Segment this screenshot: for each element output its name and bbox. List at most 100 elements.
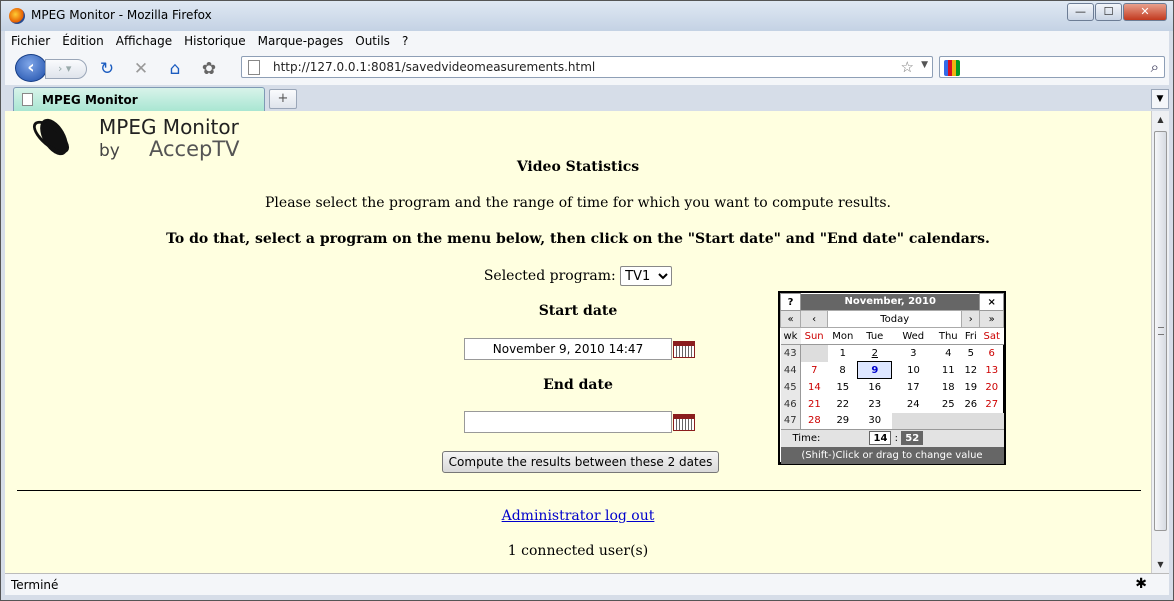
calendar-day[interactable]: 14: [801, 379, 828, 396]
day-name-sun: Sun: [800, 327, 828, 345]
calendar-day[interactable]: 17: [892, 379, 935, 396]
menu-edition[interactable]: Édition: [62, 34, 104, 48]
hour-value[interactable]: 14: [869, 431, 892, 446]
calendar-day[interactable]: 27: [980, 396, 1004, 413]
page-icon: [248, 60, 260, 75]
calendar-day[interactable]: 7: [801, 362, 828, 379]
calendar-day[interactable]: 25: [935, 396, 962, 413]
calendar-day[interactable]: 13: [980, 362, 1004, 379]
address-bar[interactable]: http://127.0.0.1:8081/savedvideomeasurem…: [241, 56, 933, 78]
search-bar[interactable]: ⌕: [939, 56, 1165, 78]
status-bar: Terminé ✱: [5, 573, 1169, 595]
arrow-left-icon: ‹: [27, 57, 35, 78]
calendar-day[interactable]: 9: [857, 361, 893, 379]
grip-icon: [1158, 327, 1164, 335]
calendar-close-button[interactable]: ×: [979, 293, 1004, 311]
end-date-field[interactable]: [464, 411, 672, 433]
calendar-day[interactable]: 1: [828, 345, 858, 362]
program-label: Selected program:: [483, 268, 616, 284]
forward-button[interactable]: › ▾: [45, 59, 87, 79]
bookmark-star-icon[interactable]: ☆: [901, 58, 914, 76]
menu-marque-pages[interactable]: Marque-pages: [258, 34, 344, 48]
calendar-day[interactable]: 29: [828, 413, 858, 430]
tab-strip: MPEG Monitor + ▼: [5, 85, 1169, 111]
intro-text: Please select the program and the range …: [265, 195, 891, 211]
close-window-button[interactable]: ✕: [1123, 3, 1167, 21]
calendar-day[interactable]: 30: [858, 413, 892, 430]
google-icon[interactable]: [944, 60, 960, 76]
maximize-button[interactable]: ☐: [1095, 3, 1122, 21]
menu-fichier[interactable]: Fichier: [11, 34, 50, 48]
menu-bar: Fichier Édition Affichage Historique Mar…: [5, 31, 1169, 51]
program-row: Selected program: TV1: [5, 266, 1151, 286]
menu-outils[interactable]: Outils: [355, 34, 390, 48]
end-calendar-icon[interactable]: [673, 414, 695, 431]
calendar-day[interactable]: 3: [892, 345, 935, 362]
calendar-day[interactable]: 10: [892, 362, 935, 379]
next-month-button[interactable]: ›: [961, 310, 981, 328]
menu-help[interactable]: ?: [402, 34, 408, 48]
calendar-day[interactable]: 20: [980, 379, 1004, 396]
today-button[interactable]: Today: [827, 310, 963, 328]
calendar-day[interactable]: 18: [935, 379, 962, 396]
start-calendar-icon[interactable]: [673, 341, 695, 358]
calendar-day[interactable]: 4: [935, 345, 962, 362]
next-year-button[interactable]: »: [979, 310, 1004, 328]
calendar-day[interactable]: 26: [962, 396, 980, 413]
stop-button[interactable]: ✕: [131, 59, 151, 79]
calendar-day[interactable]: 28: [801, 413, 828, 430]
day-name-fri: Fri: [961, 327, 980, 345]
instruction-text: To do that, select a program on the menu…: [166, 231, 990, 247]
calendar-day[interactable]: 24: [892, 396, 935, 413]
scroll-thumb[interactable]: [1154, 131, 1167, 531]
page-title: Video Statistics: [516, 159, 640, 175]
firebug-icon[interactable]: ✱: [1135, 576, 1147, 592]
menu-affichage[interactable]: Affichage: [116, 34, 172, 48]
new-tab-button[interactable]: +: [269, 89, 297, 109]
calendar-title[interactable]: November, 2010: [800, 293, 980, 311]
url-dropdown-icon[interactable]: ▼: [921, 60, 928, 70]
scroll-up-icon[interactable]: ▲: [1152, 111, 1169, 128]
calendar-day[interactable]: 12: [962, 362, 980, 379]
calendar-day[interactable]: 21: [801, 396, 828, 413]
calendar-day[interactable]: 22: [828, 396, 858, 413]
compute-button[interactable]: Compute the results between these 2 date…: [442, 451, 719, 473]
logout-link[interactable]: Administrator log out: [502, 508, 655, 524]
prev-month-button[interactable]: ‹: [799, 310, 829, 328]
calendar-empty-cell: [891, 412, 935, 430]
search-icon[interactable]: ⌕: [1151, 58, 1159, 76]
calendar-day[interactable]: 23: [858, 396, 892, 413]
arrow-right-icon: › ▾: [58, 62, 72, 75]
program-select[interactable]: TV1: [620, 266, 673, 286]
prev-year-button[interactable]: «: [780, 310, 801, 328]
vertical-scrollbar[interactable]: ▲ ▼: [1151, 111, 1169, 573]
day-name-tue: Tue: [857, 327, 892, 345]
calendar-day[interactable]: 19: [962, 379, 980, 396]
start-date-field[interactable]: November 9, 2010 14:47: [464, 338, 672, 360]
reload-button[interactable]: ↻: [97, 59, 117, 79]
menu-historique[interactable]: Historique: [184, 34, 246, 48]
calendar-day[interactable]: 8: [828, 362, 858, 379]
home-button[interactable]: ⌂: [165, 59, 185, 79]
calendar-day[interactable]: 6: [980, 345, 1004, 362]
calendar-empty-cell: [961, 412, 980, 430]
week-number: 43: [780, 344, 801, 362]
calendar-empty-cell: [800, 344, 828, 362]
minimize-button[interactable]: —: [1067, 3, 1094, 21]
tab-mpeg-monitor[interactable]: MPEG Monitor: [13, 87, 265, 111]
logo-by: by: [99, 141, 120, 161]
back-button[interactable]: ‹: [15, 54, 47, 82]
calendar-day[interactable]: 11: [935, 362, 962, 379]
calendar-day[interactable]: 5: [962, 345, 980, 362]
calendar-empty-cell: [979, 412, 1004, 430]
calendar-day[interactable]: 15: [828, 379, 858, 396]
calendar-day[interactable]: 2: [858, 345, 892, 362]
addon-button[interactable]: ✿: [199, 59, 219, 79]
scroll-down-icon[interactable]: ▼: [1152, 556, 1169, 573]
minute-value[interactable]: 52: [901, 431, 924, 446]
calendar-day[interactable]: 16: [858, 379, 892, 396]
calendar-help-button[interactable]: ?: [780, 293, 801, 311]
tab-list-button[interactable]: ▼: [1151, 89, 1169, 109]
calendar-status: (Shift-)Click or drag to change value: [780, 446, 1004, 464]
week-number: 45: [780, 378, 801, 396]
